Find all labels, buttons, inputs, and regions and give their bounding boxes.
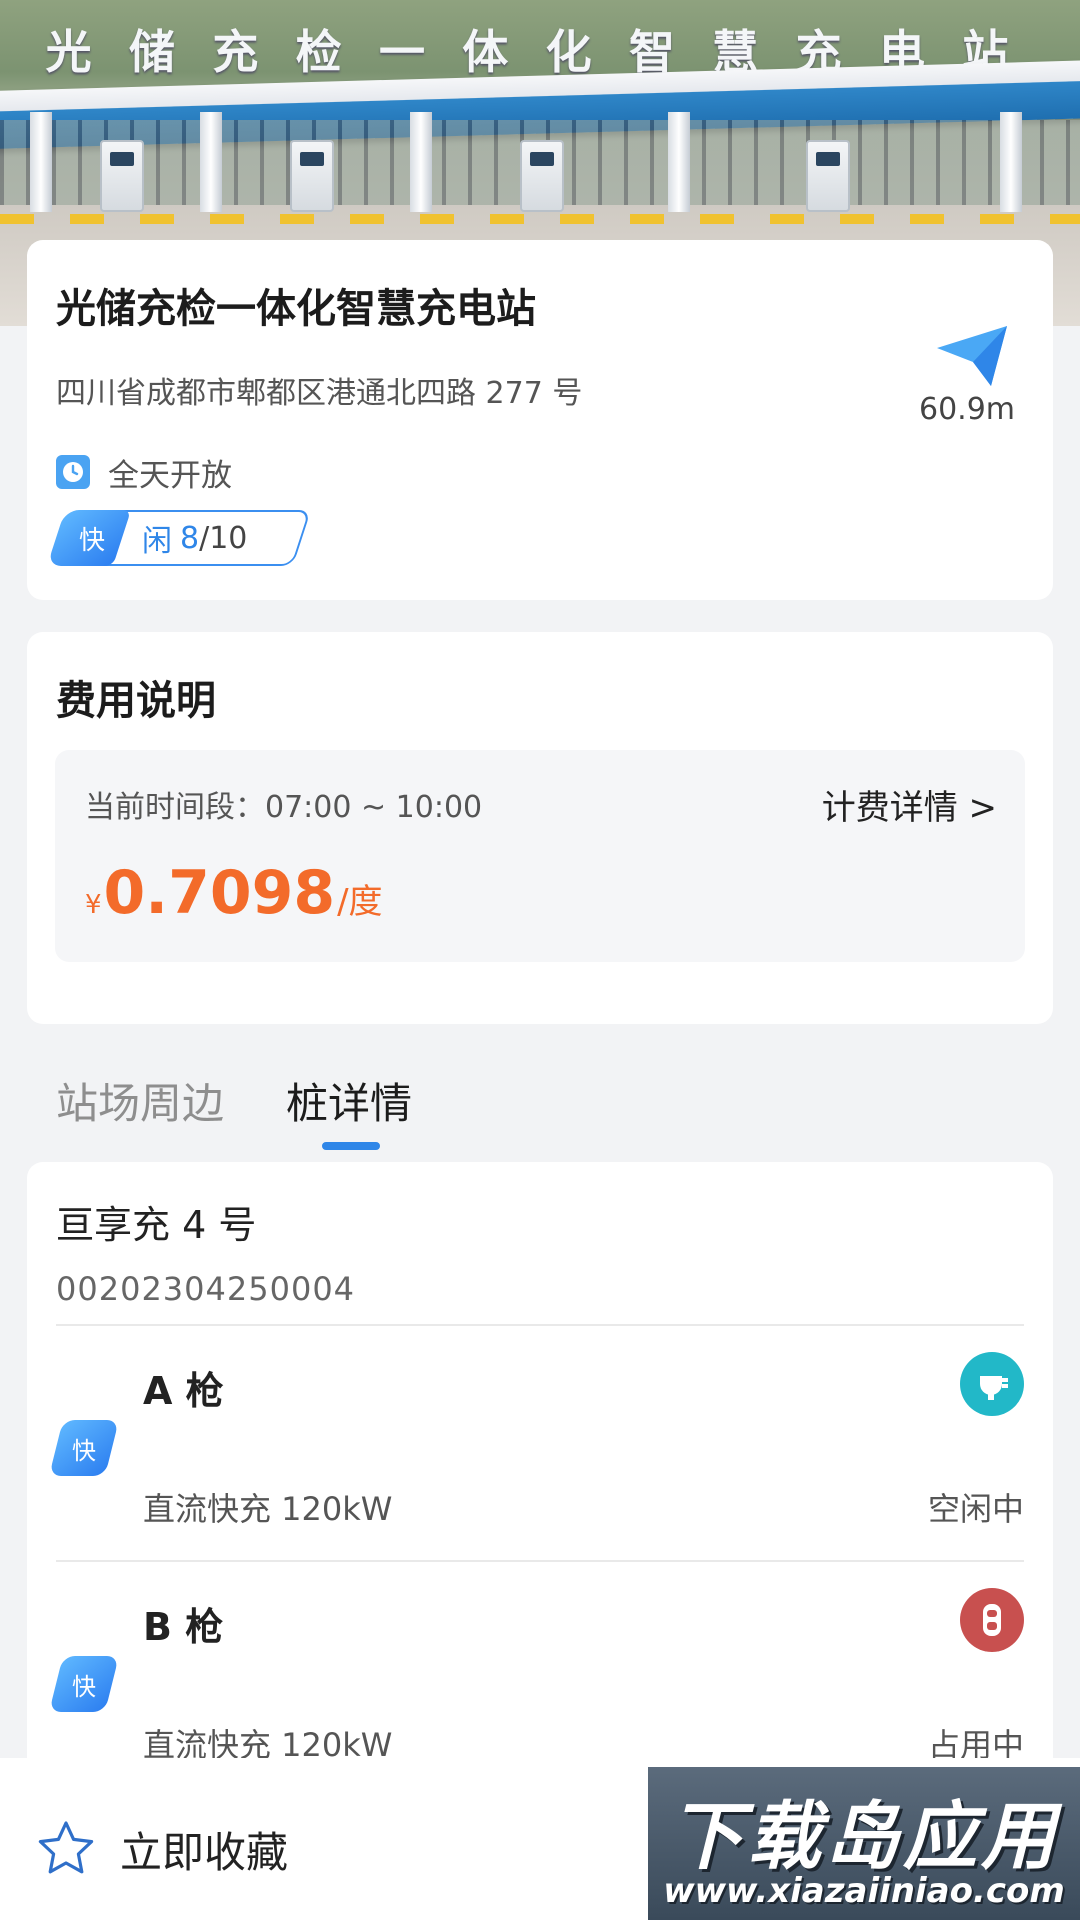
station-name: 光储充检一体化智慧充电站 bbox=[56, 286, 536, 332]
navigation-arrow-icon bbox=[937, 326, 1007, 386]
fee-box: 当前时间段：07:00 ~ 10:00 计费详情 > ¥ 0.7098 /度 bbox=[55, 750, 1025, 962]
photo-charger bbox=[290, 140, 334, 212]
charging-icon bbox=[960, 1588, 1024, 1652]
fast-tag-label: 快 bbox=[72, 1436, 96, 1465]
tab-nearby[interactable]: 站场周边 bbox=[56, 1070, 224, 1150]
fee-title: 费用说明 bbox=[56, 678, 216, 724]
photo-pillar bbox=[200, 112, 222, 212]
current-time-period: 当前时间段：07:00 ~ 10:00 bbox=[85, 790, 483, 825]
gun-name: B 枪 bbox=[143, 1605, 224, 1649]
availability-count: 闲 8 /10 bbox=[142, 510, 247, 566]
gun-name: A 枪 bbox=[143, 1369, 224, 1413]
gun-status: 空闲中 bbox=[927, 1490, 1024, 1528]
watermark-url: www.xiazaiiniao.com bbox=[663, 1871, 1065, 1911]
fast-tag-label: 快 bbox=[78, 525, 105, 556]
pile-serial-number: 00202304250004 bbox=[56, 1270, 356, 1308]
watermark-logo: 下载岛应用 www.xiazaiiniao.com bbox=[648, 1767, 1080, 1920]
plug-icon bbox=[960, 1352, 1024, 1416]
tab-pile-details[interactable]: 桩详情 bbox=[286, 1070, 412, 1150]
fee-detail-link[interactable]: 计费详情 > bbox=[822, 780, 997, 829]
clock-icon bbox=[56, 455, 90, 489]
favorite-label: 立即收藏 bbox=[120, 1827, 289, 1877]
distance-label: 60.9m bbox=[918, 392, 1016, 427]
photo-charger bbox=[520, 140, 564, 212]
price-currency: ¥ bbox=[85, 890, 102, 920]
photo-charger bbox=[100, 140, 144, 212]
fast-charger-availability: 快 闲 8 /10 bbox=[46, 510, 312, 566]
pile-name: 亘享充 4 号 bbox=[56, 1203, 257, 1247]
idle-label: 闲 bbox=[142, 524, 172, 559]
tab-nearby-label: 站场周边 bbox=[56, 1079, 225, 1128]
current-price: ¥ 0.7098 /度 bbox=[85, 858, 383, 928]
idle-count: 8 bbox=[180, 520, 200, 556]
navigate-button[interactable]: 60.9m bbox=[907, 320, 1027, 440]
favorite-button[interactable]: 立即收藏 bbox=[34, 1814, 288, 1884]
price-value: 0.7098 bbox=[103, 858, 336, 928]
photo-pillar bbox=[30, 112, 52, 212]
station-address: 四川省成都市郫都区港通北四路 277 号 bbox=[56, 376, 583, 411]
fee-card: 费用说明 当前时间段：07:00 ~ 10:00 计费详情 > ¥ 0.7098… bbox=[27, 632, 1053, 1024]
price-unit: /度 bbox=[337, 882, 383, 922]
pile-detail-card: 亘享充 4 号 00202304250004 快 A 枪 直流快充 120kW … bbox=[27, 1162, 1053, 1764]
station-info-card: 光储充检一体化智慧充电站 四川省成都市郫都区港通北四路 277 号 60.9m … bbox=[27, 240, 1053, 600]
photo-pillar bbox=[1000, 112, 1022, 212]
opening-hours: 全天开放 bbox=[56, 452, 232, 494]
fast-charge-tag: 快 bbox=[49, 1420, 119, 1476]
fast-charge-tag: 快 bbox=[49, 1656, 119, 1712]
detail-tabs: 站场周边 桩详情 bbox=[56, 1070, 474, 1150]
fast-tag-label: 快 bbox=[72, 1672, 96, 1701]
photo-pillar bbox=[668, 112, 690, 212]
tab-pile-details-label: 桩详情 bbox=[286, 1079, 413, 1128]
watermark-title: 下载岛应用 bbox=[669, 1794, 1059, 1880]
photo-parking-stops bbox=[0, 214, 1080, 224]
photo-pillar bbox=[410, 112, 432, 212]
opening-hours-text: 全天开放 bbox=[108, 457, 232, 494]
total-count: /10 bbox=[199, 520, 248, 556]
gun-row-a[interactable]: 快 A 枪 直流快充 120kW 空闲中 bbox=[27, 1326, 1053, 1562]
gun-spec: 直流快充 120kW bbox=[143, 1490, 393, 1528]
photo-charger bbox=[806, 140, 850, 212]
active-tab-indicator bbox=[322, 1142, 381, 1150]
star-icon bbox=[38, 1821, 94, 1874]
